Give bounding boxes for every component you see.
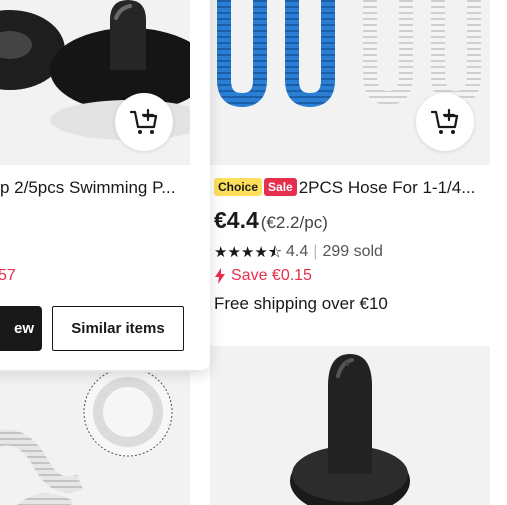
product-grid: Choice Sale 2PCS Hose For 1-1/4... €4.4 (€2…	[0, 0, 507, 505]
add-to-cart-icon[interactable]	[115, 93, 173, 151]
product-price: €4.4 (€2.2/pc)	[214, 207, 328, 234]
price-drop-icon	[215, 268, 225, 284]
price-value: €4.4	[214, 207, 259, 233]
plug-illustration	[290, 354, 410, 505]
sold-count: 299 sold	[322, 243, 383, 260]
unit-price: (€2.2/pc)	[260, 213, 328, 232]
divider: |	[313, 243, 318, 260]
star-half-icon: ⯪	[267, 243, 283, 261]
product-image-white-hose[interactable]	[0, 372, 190, 505]
star-icon: ★	[254, 243, 268, 261]
save-amount: Save €0.15	[231, 267, 312, 284]
product-title-swim[interactable]: p 2/5pcs Swimming P...	[0, 178, 198, 198]
rating-stars: ★ ★ ★ ★ ⯪	[214, 245, 282, 260]
sale-badge: Sale	[264, 178, 297, 196]
star-icon: ★	[214, 243, 228, 261]
star-icon: ★	[227, 243, 241, 261]
similar-items-button[interactable]: Similar items	[52, 306, 184, 351]
cart-glyph	[430, 108, 459, 134]
white-hose-illustration	[0, 372, 173, 505]
add-to-cart-icon[interactable]	[416, 93, 474, 151]
shipping-text: Free shipping over €10	[214, 294, 388, 313]
price-fragment: 57	[0, 267, 16, 284]
product-title-hose[interactable]: Choice Sale 2PCS Hose For 1-1/4...	[214, 178, 489, 198]
product-title-text: 2PCS Hose For 1-1/4...	[298, 178, 476, 197]
save-row: Save €0.15	[214, 267, 312, 285]
rating-row: ★ ★ ★ ★ ⯪ 4.4 | 299 sold	[214, 243, 383, 261]
view-button[interactable]: ew	[0, 306, 42, 351]
cart-glyph	[129, 108, 158, 134]
choice-badge: Choice	[214, 178, 263, 196]
star-icon: ★	[240, 243, 255, 261]
product-image-plug[interactable]	[210, 346, 490, 505]
rating-value: 4.4	[286, 243, 309, 260]
